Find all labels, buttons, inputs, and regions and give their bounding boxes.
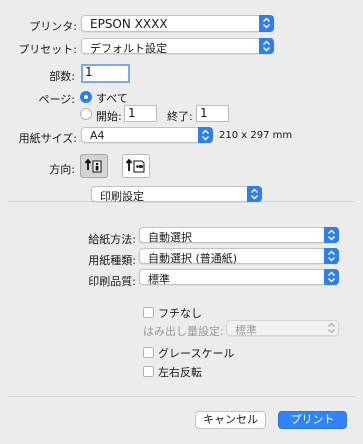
paper-size-popup[interactable]: A4 bbox=[81, 127, 213, 143]
copies-field[interactable]: 1 bbox=[81, 64, 130, 83]
paper-size-label: 用紙サイズ: bbox=[18, 132, 77, 145]
media-type-popup[interactable]: 自動選択 (普通紙) bbox=[139, 248, 339, 265]
mirror-label: 左右反転 bbox=[158, 366, 202, 379]
pages-start-field[interactable]: 1 bbox=[124, 105, 157, 122]
pages-range-radio[interactable] bbox=[80, 108, 92, 120]
grayscale-label: グレースケール bbox=[158, 347, 235, 360]
popup-arrows-icon bbox=[259, 38, 274, 54]
separator bbox=[8, 396, 355, 397]
portrait-icon bbox=[84, 158, 102, 173]
paper-source-popup[interactable]: 自動選択 bbox=[139, 227, 339, 244]
printer-popup[interactable]: EPSON XXXX bbox=[81, 15, 274, 32]
popup-arrows-icon bbox=[324, 227, 339, 243]
expansion-label: はみ出し量設定: bbox=[143, 325, 224, 338]
orientation-portrait-button[interactable] bbox=[80, 154, 108, 178]
preset-value: デフォルト設定 bbox=[90, 42, 167, 55]
pages-all-label: すべて bbox=[96, 92, 128, 105]
section-popup[interactable]: 印刷設定 bbox=[91, 186, 262, 203]
landscape-icon bbox=[125, 158, 145, 173]
pages-label: ページ: bbox=[38, 93, 76, 106]
pages-end-field[interactable]: 1 bbox=[196, 105, 229, 122]
pages-all-radio[interactable] bbox=[80, 91, 92, 103]
expansion-value: 標準 bbox=[235, 324, 257, 337]
expansion-popup[interactable]: 標準 bbox=[226, 320, 339, 337]
preset-popup[interactable]: デフォルト設定 bbox=[81, 38, 274, 55]
popup-arrows-icon bbox=[324, 248, 339, 264]
borderless-label: フチなし bbox=[158, 307, 202, 320]
paper-size-value: A4 bbox=[90, 129, 105, 142]
media-type-label: 用紙種類: bbox=[88, 254, 136, 267]
pages-end-label: 終了: bbox=[167, 110, 193, 123]
cancel-button[interactable]: キャンセル bbox=[195, 411, 266, 429]
printer-label: プリンタ: bbox=[29, 20, 77, 33]
orientation-landscape-button[interactable] bbox=[122, 154, 150, 178]
section-value: 印刷設定 bbox=[100, 190, 144, 203]
paper-source-value: 自動選択 bbox=[148, 231, 192, 244]
popup-arrows-icon bbox=[324, 320, 339, 336]
popup-arrows-icon bbox=[247, 186, 262, 202]
print-quality-label: 印刷品質: bbox=[88, 275, 136, 288]
orientation-label: 方向: bbox=[49, 163, 75, 176]
mirror-checkbox[interactable] bbox=[143, 366, 154, 377]
paper-source-label: 給紙方法: bbox=[88, 233, 136, 246]
popup-arrows-icon bbox=[198, 127, 213, 143]
pages-start-label: 開始: bbox=[96, 110, 122, 123]
copies-label: 部数: bbox=[49, 70, 75, 83]
grayscale-checkbox[interactable] bbox=[143, 347, 154, 358]
preset-label: プリセット: bbox=[18, 43, 77, 56]
media-type-value: 自動選択 (普通紙) bbox=[148, 252, 238, 265]
borderless-checkbox[interactable] bbox=[143, 307, 154, 318]
popup-arrows-icon bbox=[324, 269, 339, 285]
printer-value: EPSON XXXX bbox=[90, 17, 168, 31]
print-quality-popup[interactable]: 標準 bbox=[139, 269, 339, 286]
popup-arrows-icon bbox=[259, 15, 274, 32]
paper-dimensions: 210 x 297 mm bbox=[219, 130, 293, 141]
print-button[interactable]: プリント bbox=[278, 411, 347, 429]
print-quality-value: 標準 bbox=[148, 273, 170, 286]
